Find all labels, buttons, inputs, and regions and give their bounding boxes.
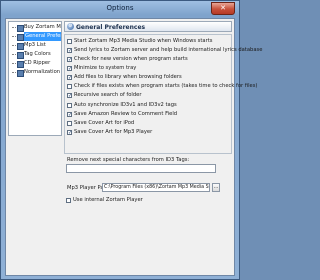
folder-icon [17, 51, 24, 59]
option-label: Auto synchronize ID3v1 and ID3v2 tags [74, 102, 177, 108]
panel-header: ⚙ General Preferences [64, 21, 232, 32]
tree-connector [12, 63, 16, 64]
player-path-input[interactable]: C:\Program Files (x86)\Zortam Mp3 Media … [102, 183, 210, 192]
option-checkbox[interactable]: ✓ [67, 111, 72, 117]
option-checkbox[interactable]: ✓ [67, 56, 72, 62]
tree-item-label: Buy Zortam Mp3 Ma [24, 24, 61, 30]
tree-item-label: Normalization [24, 69, 61, 75]
tree-item-label: CD Ripper [24, 60, 51, 66]
option-label: Check for new version when program start… [74, 56, 188, 62]
tree-connector [12, 72, 16, 73]
settings-tree: Buy Zortam Mp3 Ma General PreferencesMp3 … [8, 21, 62, 136]
tree-item[interactable]: Normalization [9, 68, 61, 77]
path-settings: Remove next special characters from ID3 … [64, 156, 232, 273]
preferences-panel: ⚙ General Preferences Start Zortam Mp3 M… [64, 21, 262, 273]
tree-item-label: General Preferences [24, 32, 61, 41]
option-checkbox[interactable]: ✓ [67, 65, 72, 71]
dialog-body: Buy Zortam Mp3 MaGeneral PreferencesMp3 … [5, 18, 262, 276]
option-label: Save Cover Art for Mp3 Player [74, 129, 153, 135]
tree-item[interactable]: Tag Colors [9, 50, 61, 59]
option-checkbox[interactable] [67, 38, 72, 44]
folder-icon [17, 33, 24, 41]
gear-icon: ⚙ [67, 23, 74, 30]
options-group: Start Zortam Mp3 Media Studio when Windo… [64, 34, 262, 154]
internal-player-label: Use internal Zortam Player [73, 197, 143, 203]
tree-item[interactable]: CD Ripper [9, 59, 61, 68]
option-label: Start Zortam Mp3 Media Studio when Windo… [74, 38, 213, 44]
tree-connector [12, 45, 16, 46]
tree-connector [12, 54, 16, 55]
tree-connector [12, 27, 16, 28]
option-label: Check if files exists when program start… [74, 83, 258, 89]
option-checkbox[interactable]: ✓ [67, 92, 72, 98]
option-checkbox[interactable] [67, 120, 72, 126]
close-icon: ✕ [220, 4, 226, 12]
title-bar[interactable]: Options ✕ [1, 1, 239, 17]
folder-icon [17, 69, 24, 77]
special-chars-label: Remove next special characters from ID3 … [67, 157, 190, 163]
tree-item[interactable]: Mp3 List [9, 41, 61, 50]
internal-player-checkbox[interactable] [66, 197, 71, 203]
option-checkbox[interactable]: ✓ [67, 47, 72, 53]
folder-icon [17, 42, 24, 50]
window-title: Options [106, 4, 134, 12]
option-checkbox[interactable] [67, 102, 72, 108]
folder-icon [17, 24, 24, 32]
tree-item[interactable]: General Preferences [9, 32, 61, 41]
close-button[interactable]: ✕ [211, 2, 235, 15]
option-checkbox[interactable]: ✓ [67, 74, 72, 80]
option-label: Save Cover Art for iPod [74, 120, 135, 126]
special-chars-input[interactable] [66, 164, 216, 173]
tree-item[interactable]: Buy Zortam Mp3 Ma [9, 23, 61, 32]
browse-button[interactable]: ... [212, 183, 220, 192]
panel-title: General Preferences [76, 23, 146, 31]
option-label: Minimize to system tray [74, 65, 137, 71]
option-label: Save Amazon Review to Comment Field [74, 111, 178, 117]
tree-item-label: Mp3 List [24, 42, 46, 48]
tree-connector [12, 36, 16, 37]
option-checkbox[interactable] [67, 83, 72, 89]
folder-icon [17, 60, 24, 68]
options-window: Options ✕ Buy Zortam Mp3 Ma General Prefe… [0, 0, 262, 280]
option-label: Send lyrics to Zortam server and help bu… [74, 47, 263, 53]
option-label: Recursive search of folder [74, 92, 142, 98]
tree-item-label: Tag Colors [24, 51, 51, 57]
option-label: Add files to library when browsing folde… [74, 74, 182, 80]
option-checkbox[interactable]: ✓ [67, 129, 72, 135]
